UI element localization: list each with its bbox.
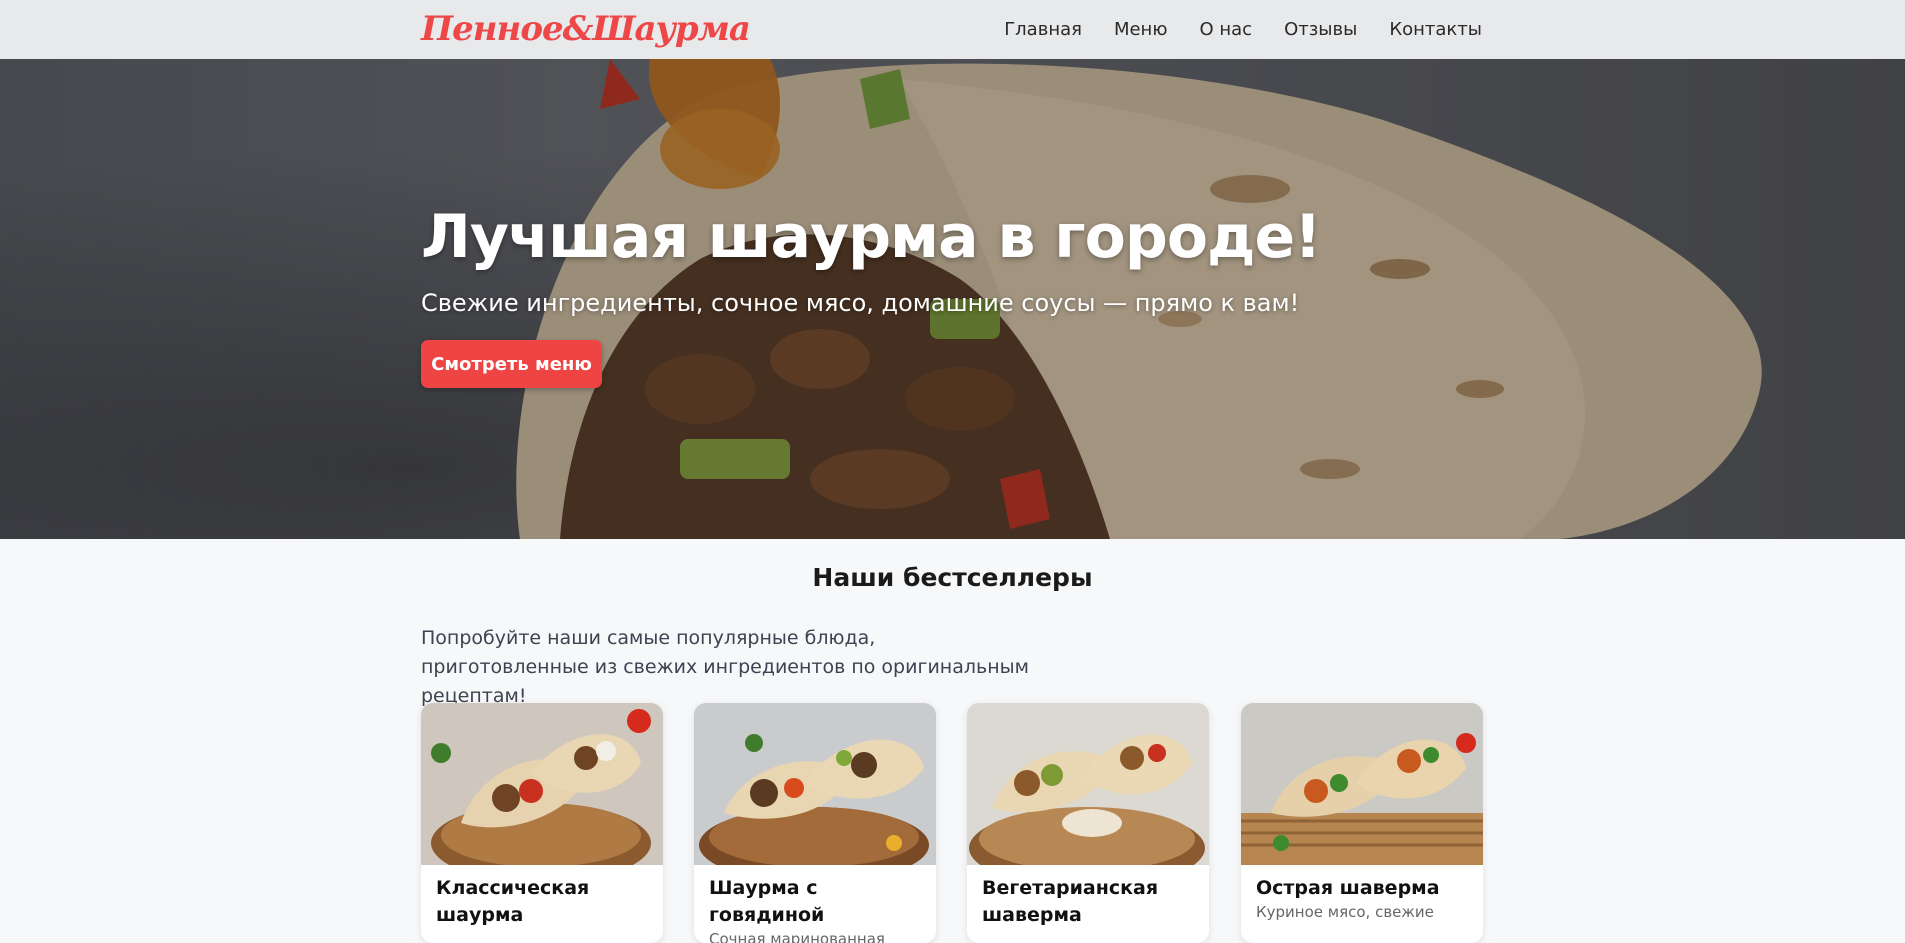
- nav-link-contacts[interactable]: Контакты: [1389, 19, 1482, 40]
- product-description: Сочная маринованная: [709, 930, 885, 943]
- product-card[interactable]: Шаурма с говядиной Сочная маринованная: [694, 703, 936, 943]
- nav-link-reviews[interactable]: Отзывы: [1284, 19, 1357, 40]
- nav-link-menu[interactable]: Меню: [1114, 19, 1168, 40]
- bestsellers-description: Попробуйте наши самые популярные блюда, …: [421, 627, 1029, 707]
- hero-title: Лучшая шаурма в городе!: [421, 202, 1322, 272]
- product-card[interactable]: Острая шаверма Куриное мясо, свежие: [1241, 703, 1483, 943]
- nav-link-about[interactable]: О нас: [1199, 19, 1252, 40]
- site-logo[interactable]: Пенное&Шаурма: [421, 6, 751, 52]
- top-navbar: Пенное&Шаурма Главная Меню О нас Отзывы …: [0, 0, 1905, 60]
- view-menu-button[interactable]: Смотреть меню: [421, 340, 602, 388]
- hero-subtitle: Свежие ингредиенты, сочное мясо, домашни…: [421, 289, 1300, 317]
- hero-banner: Лучшая шаурма в городе! Свежие ингредиен…: [0, 59, 1905, 539]
- bestsellers-title: Наши бестселлеры: [812, 563, 1093, 592]
- product-description: Куриное мясо, свежие: [1256, 903, 1434, 921]
- product-card[interactable]: Вегетарианская шаверма: [967, 703, 1209, 943]
- main-nav: Главная Меню О нас Отзывы Контакты: [1004, 0, 1482, 59]
- bestseller-cards: Классическая шаурма Шаурма с говядиной С…: [421, 703, 1484, 943]
- product-title: Классическая шаурма: [436, 877, 590, 926]
- product-image: [694, 703, 936, 865]
- product-image: [1241, 703, 1483, 865]
- product-image: [967, 703, 1209, 865]
- product-card[interactable]: Классическая шаурма: [421, 703, 663, 943]
- product-title: Шаурма с говядиной: [709, 877, 825, 926]
- nav-link-home[interactable]: Главная: [1004, 19, 1082, 40]
- product-title: Острая шаверма: [1256, 877, 1440, 899]
- product-title: Вегетарианская шаверма: [982, 877, 1159, 926]
- product-image: [421, 703, 663, 865]
